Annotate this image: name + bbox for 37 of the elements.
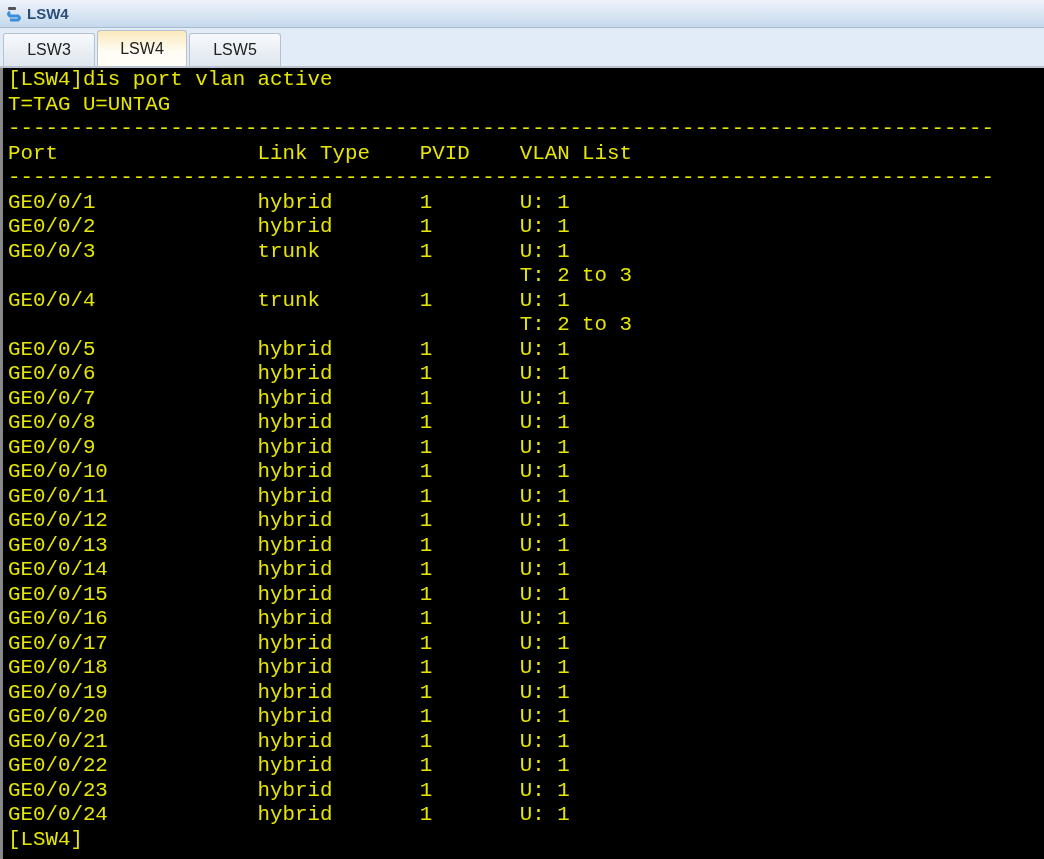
terminal-line: GE0/0/24 hybrid 1 U: 1	[8, 803, 570, 828]
tab[interactable]: LSW3	[3, 33, 95, 66]
window-title: LSW4	[27, 5, 69, 22]
terminal-line: GE0/0/22 hybrid 1 U: 1	[8, 754, 570, 779]
terminal-line: GE0/0/16 hybrid 1 U: 1	[8, 607, 570, 632]
terminal-line: -------------------------------------------------------------------------------	[8, 117, 994, 142]
terminal-line: GE0/0/12 hybrid 1 U: 1	[8, 509, 570, 534]
terminal-line: GE0/0/5 hybrid 1 U: 1	[8, 337, 570, 362]
terminal-line: GE0/0/4 trunk 1 U: 1	[8, 288, 570, 313]
terminal-line: GE0/0/10 hybrid 1 U: 1	[8, 460, 570, 485]
terminal-line: GE0/0/7 hybrid 1 U: 1	[8, 386, 570, 411]
terminal-line: GE0/0/2 hybrid 1 U: 1	[8, 215, 570, 240]
terminal-line: [LSW4]dis port vlan active	[8, 68, 333, 93]
terminal-line: T=TAG U=UNTAG	[8, 92, 171, 117]
switch-icon	[6, 4, 24, 23]
terminal-line: GE0/0/20 hybrid 1 U: 1	[8, 705, 570, 730]
terminal-line: GE0/0/19 hybrid 1 U: 1	[8, 680, 570, 705]
terminal-line: GE0/0/8 hybrid 1 U: 1	[8, 411, 570, 436]
terminal-line: GE0/0/15 hybrid 1 U: 1	[8, 582, 570, 607]
tab[interactable]: LSW5	[189, 33, 281, 66]
terminal-line: GE0/0/6 hybrid 1 U: 1	[8, 362, 570, 387]
terminal-line: GE0/0/9 hybrid 1 U: 1	[8, 435, 570, 460]
terminal-line: GE0/0/23 hybrid 1 U: 1	[8, 778, 570, 803]
terminal-line: [LSW4]	[8, 827, 83, 852]
terminal-line: T: 2 to 3	[518, 264, 632, 289]
tab[interactable]: LSW4	[97, 30, 187, 66]
terminal-line: Port Link Type PVID VLAN List	[8, 141, 632, 166]
terminal-line: GE0/0/11 hybrid 1 U: 1	[8, 484, 570, 509]
terminal-line: GE0/0/18 hybrid 1 U: 1	[8, 656, 570, 681]
terminal-line: GE0/0/14 hybrid 1 U: 1	[8, 558, 570, 583]
terminal-line: GE0/0/3 trunk 1 U: 1	[8, 239, 570, 264]
terminal-line: GE0/0/17 hybrid 1 U: 1	[8, 631, 570, 656]
terminal-line: -------------------------------------------------------------------------------	[8, 166, 994, 191]
terminal-line: GE0/0/21 hybrid 1 U: 1	[8, 729, 570, 754]
terminal-line: GE0/0/1 hybrid 1 U: 1	[8, 190, 570, 215]
terminal-line: GE0/0/13 hybrid 1 U: 1	[8, 533, 570, 558]
terminal-line: T: 2 to 3	[518, 313, 632, 338]
